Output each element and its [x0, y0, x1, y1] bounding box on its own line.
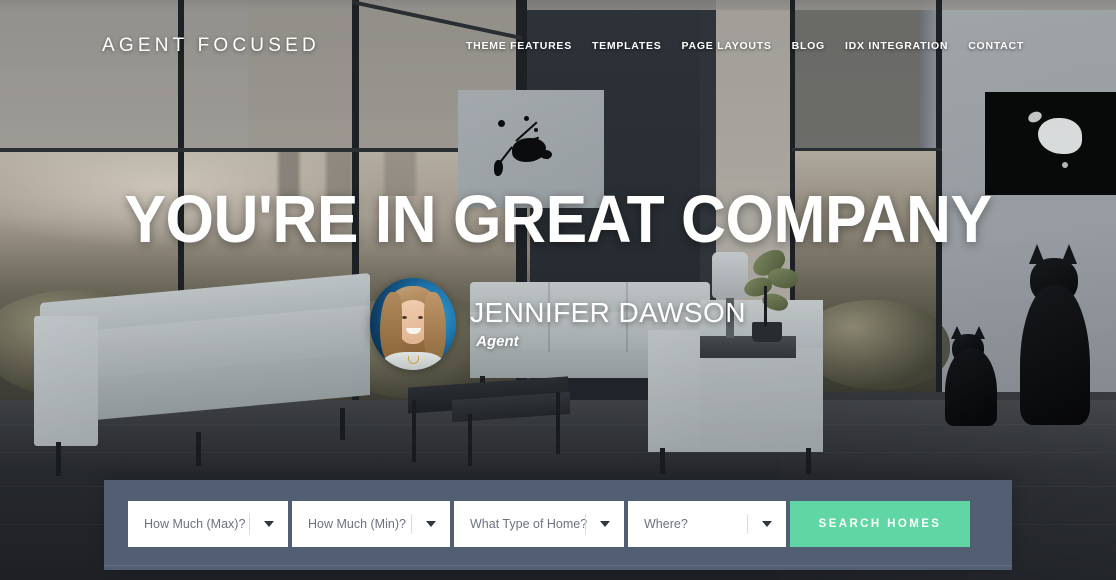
nav-item-contact[interactable]: CONTACT	[968, 40, 1024, 52]
dropdown-price-min[interactable]: How Much (Min)?	[292, 501, 450, 547]
dropdown-divider	[585, 514, 586, 534]
armchair-leg	[806, 448, 811, 474]
ink-splatter-drop	[534, 128, 538, 132]
dropdown-price-max[interactable]: How Much (Max)?	[128, 501, 288, 547]
page-root: AGENT FOCUSED THEME FEATURES TEMPLATES P…	[0, 0, 1116, 580]
ink-splatter-drop	[524, 116, 529, 121]
main-navigation: THEME FEATURES TEMPLATES PAGE LAYOUTS BL…	[466, 40, 1024, 52]
armchair-leg	[660, 448, 665, 474]
table-leg	[412, 400, 416, 462]
dropdown-location[interactable]: Where?	[628, 501, 786, 547]
dropdown-location-label: Where?	[644, 517, 688, 531]
table-leg	[556, 392, 560, 454]
dropdown-price-min-label: How Much (Min)?	[308, 517, 406, 531]
nav-item-blog[interactable]: BLOG	[792, 40, 825, 52]
dropdown-divider	[411, 514, 412, 534]
nav-item-theme-features[interactable]: THEME FEATURES	[466, 40, 572, 52]
agent-profile-block: JENNIFER DAWSON Agent	[0, 278, 1116, 370]
agent-avatar	[370, 278, 457, 370]
property-search-bar: How Much (Max)? How Much (Min)? What Typ…	[104, 480, 1012, 570]
agent-text-group: JENNIFER DAWSON Agent	[470, 297, 746, 350]
window-transom	[792, 148, 942, 151]
sofa-leg	[340, 408, 345, 440]
wall-art-white-dot	[1062, 162, 1068, 168]
chevron-down-icon[interactable]	[426, 521, 436, 527]
nav-item-idx-integration[interactable]: IDX INTEGRATION	[845, 40, 948, 52]
chevron-down-icon[interactable]	[600, 521, 610, 527]
chevron-down-icon[interactable]	[264, 521, 274, 527]
window-transom	[0, 148, 530, 152]
ink-splatter-drop	[498, 120, 505, 127]
hero-headline: YOU'RE IN GREAT COMPANY	[124, 182, 992, 257]
site-header: AGENT FOCUSED THEME FEATURES TEMPLATES P…	[0, 0, 1116, 92]
dropdown-divider	[249, 514, 250, 534]
sofa-leg	[196, 432, 201, 466]
agent-name: JENNIFER DAWSON	[470, 297, 746, 329]
dropdown-home-type[interactable]: What Type of Home?	[454, 501, 624, 547]
nav-item-page-layouts[interactable]: PAGE LAYOUTS	[682, 40, 772, 52]
search-homes-button[interactable]: SEARCH HOMES	[790, 501, 970, 547]
sofa-leg	[56, 442, 61, 476]
agent-role: Agent	[476, 332, 519, 350]
dropdown-divider	[747, 514, 748, 534]
table-leg	[468, 414, 472, 466]
site-brand-logo[interactable]: AGENT FOCUSED	[102, 35, 320, 57]
dropdown-home-type-label: What Type of Home?	[470, 517, 588, 531]
chevron-down-icon[interactable]	[762, 521, 772, 527]
dropdown-price-max-label: How Much (Max)?	[144, 517, 246, 531]
nav-item-templates[interactable]: TEMPLATES	[592, 40, 662, 52]
